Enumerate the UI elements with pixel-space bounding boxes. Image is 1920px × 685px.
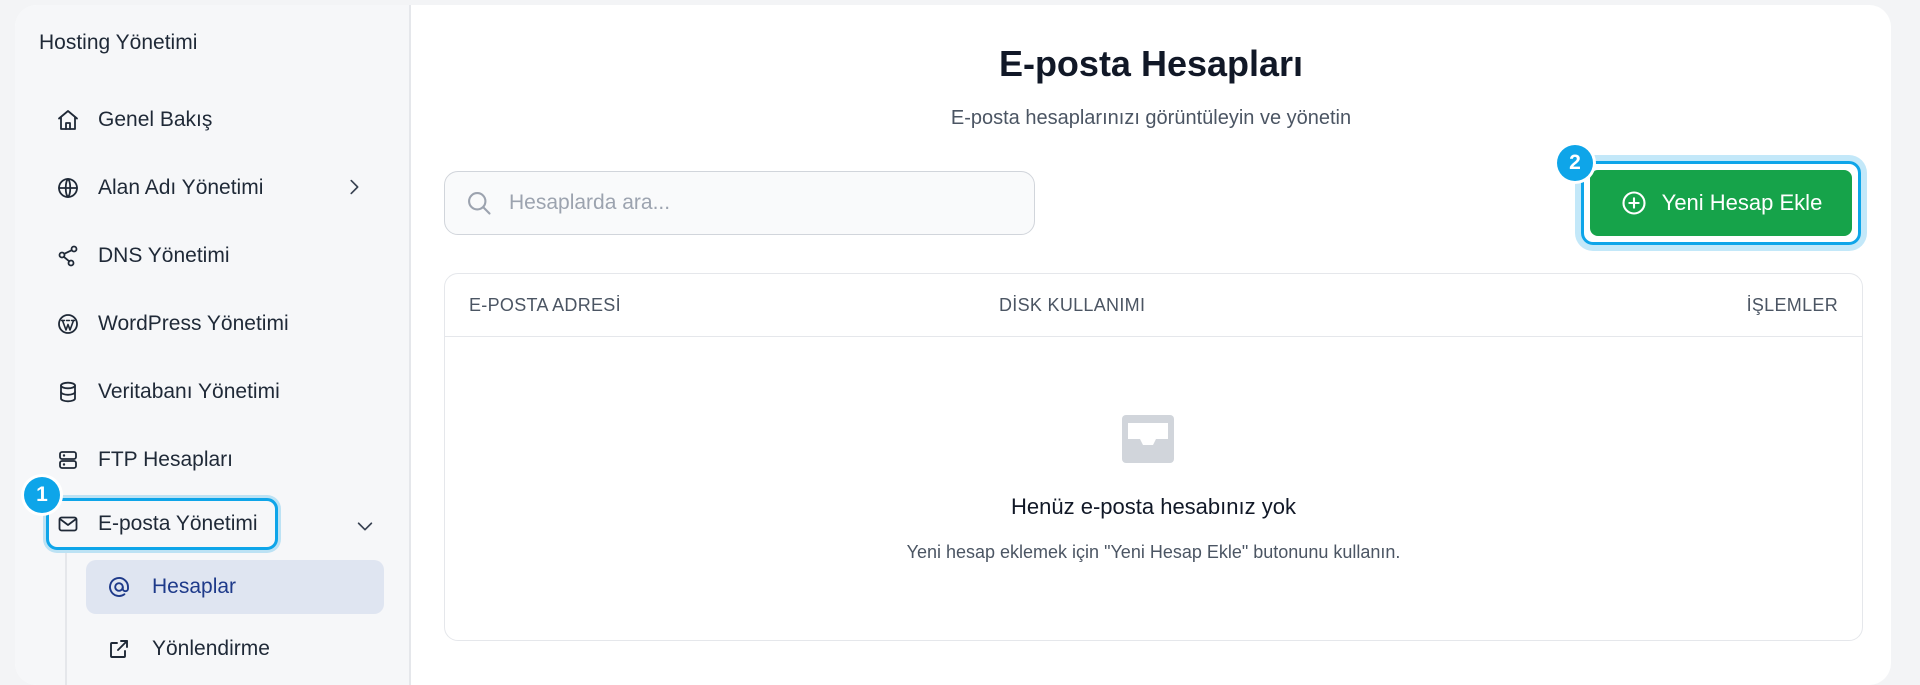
table-header: E-POSTA ADRESİ DİSK KULLANIMI İŞLEMLER [445, 274, 1862, 337]
sidebar-subitem-label: Hesaplar [152, 575, 237, 598]
plus-circle-icon [1620, 189, 1648, 217]
sidebar-subitem-accounts[interactable]: Hesaplar [86, 560, 384, 614]
home-icon [55, 107, 81, 133]
globe-icon [55, 175, 81, 201]
mail-icon [55, 511, 81, 537]
database-icon [55, 379, 81, 405]
sidebar-item-ftp-accounts[interactable]: FTP Hesapları [55, 433, 387, 487]
submenu-divider [65, 553, 67, 685]
page-title: E-posta Hesapları [998, 43, 1304, 84]
chevron-right-icon [343, 176, 365, 204]
step-badge-1: 1 [24, 477, 60, 513]
sidebar-item-overview[interactable]: Genel Bakış [55, 93, 387, 147]
sidebar-item-label: WordPress Yönetimi [98, 312, 289, 335]
sidebar-subitem-label: Yönlendirme [152, 637, 270, 660]
sidebar-title: Hosting Yönetimi [39, 31, 198, 54]
sidebar-item-wordpress-management[interactable]: WordPress Yönetimi [55, 297, 387, 351]
server-icon [55, 447, 81, 473]
step-badge-2: 2 [1557, 145, 1593, 181]
column-header-email[interactable]: E-POSTA ADRESİ [469, 295, 621, 316]
share-nodes-icon [55, 243, 81, 269]
sidebar-item-label: Genel Bakış [98, 108, 213, 131]
page-subtitle: E-posta hesaplarınızı görüntüleyin ve yö… [950, 107, 1352, 129]
inbox-icon [1118, 411, 1178, 467]
sidebar-subitem-forwarding[interactable]: Yönlendirme [86, 622, 384, 676]
sidebar-item-email-management[interactable]: E-posta Yönetimi [46, 498, 278, 550]
sidebar: Hosting Yönetimi Genel Bakış Alan Adı Yö… [15, 5, 411, 685]
add-account-button[interactable]: Yeni Hesap Ekle [1590, 170, 1852, 236]
sidebar-item-database-management[interactable]: Veritabanı Yönetimi [55, 365, 387, 419]
sidebar-item-dns-management[interactable]: DNS Yönetimi [55, 229, 387, 283]
main-content: E-posta Hesapları E-posta hesaplarınızı … [411, 5, 1891, 685]
accounts-table: E-POSTA ADRESİ DİSK KULLANIMI İŞLEMLER H… [444, 273, 1863, 641]
sidebar-item-domain-management[interactable]: Alan Adı Yönetimi [55, 161, 387, 215]
at-sign-icon [106, 574, 132, 600]
sidebar-item-label: FTP Hesapları [98, 448, 233, 471]
search-box [444, 171, 1035, 235]
add-account-highlight: Yeni Hesap Ekle [1581, 161, 1861, 245]
sidebar-item-label: E-posta Yönetimi [98, 512, 258, 535]
empty-state-description: Yeni hesap eklemek için "Yeni Hesap Ekle… [906, 542, 1401, 562]
empty-state-title: Henüz e-posta hesabınız yok [1011, 494, 1296, 519]
search-input[interactable] [507, 190, 1011, 216]
app-window: Hosting Yönetimi Genel Bakış Alan Adı Yö… [15, 5, 1891, 685]
add-account-button-label: Yeni Hesap Ekle [1661, 190, 1823, 215]
search-icon [465, 189, 493, 217]
sidebar-item-label: Alan Adı Yönetimi [98, 176, 264, 199]
sidebar-item-label: Veritabanı Yönetimi [98, 380, 280, 403]
wordpress-icon [55, 311, 81, 337]
chevron-down-icon[interactable] [354, 515, 376, 542]
forward-icon [106, 636, 132, 662]
column-header-actions: İŞLEMLER [1746, 295, 1838, 315]
column-header-disk-usage[interactable]: DİSK KULLANIMI [999, 295, 1145, 316]
sidebar-item-label: DNS Yönetimi [98, 244, 230, 267]
